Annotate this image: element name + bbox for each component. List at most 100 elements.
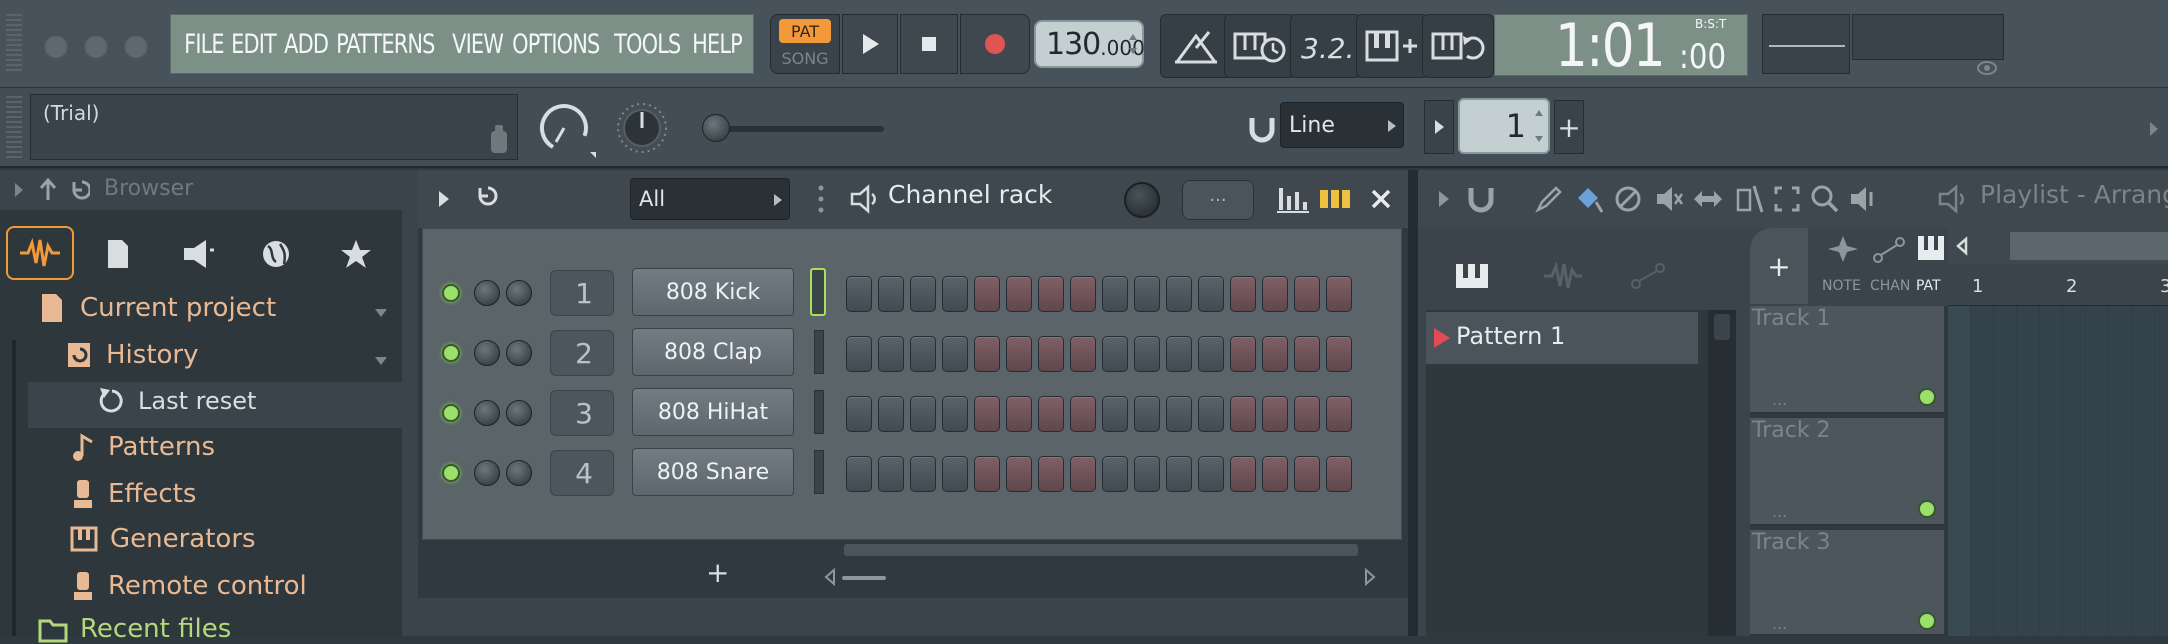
select-icon[interactable]	[1772, 184, 1802, 214]
step-button[interactable]	[1006, 336, 1032, 372]
piano-icon[interactable]	[1454, 262, 1490, 290]
slice-icon[interactable]	[1734, 184, 1764, 214]
channel-name-button[interactable]: 808 Snare	[632, 448, 794, 496]
step-button[interactable]	[1102, 276, 1128, 312]
channel-pan-knob[interactable]	[506, 280, 532, 306]
step-button[interactable]	[942, 276, 968, 312]
step-button[interactable]	[1070, 396, 1096, 432]
step-button[interactable]	[1006, 276, 1032, 312]
step-button[interactable]	[846, 396, 872, 432]
channel-name-button[interactable]: 808 Kick	[632, 268, 794, 316]
pat-song-toggle[interactable]: PAT SONG	[770, 14, 840, 74]
step-button[interactable]	[910, 276, 936, 312]
step-button[interactable]	[846, 336, 872, 372]
step-button[interactable]	[1166, 276, 1192, 312]
toolbar-grip[interactable]	[6, 14, 22, 74]
collapse-arrow-icon[interactable]	[14, 182, 24, 198]
step-button[interactable]	[1038, 336, 1064, 372]
countdown-button[interactable]: 3.2.	[1290, 14, 1362, 78]
paint-brush-icon[interactable]	[1574, 184, 1604, 214]
playback-icon[interactable]	[1848, 184, 1878, 214]
pat-mode-label[interactable]: PAT	[779, 19, 831, 43]
step-button[interactable]	[1102, 336, 1128, 372]
channel-pan-knob[interactable]	[506, 340, 532, 366]
channel-select-indicator[interactable]	[814, 450, 824, 494]
zoom-icon[interactable]	[1810, 184, 1840, 214]
step-button[interactable]	[1070, 336, 1096, 372]
minimize-window-button[interactable]	[84, 34, 108, 58]
step-button[interactable]	[1294, 456, 1320, 492]
chevron-left-icon[interactable]	[1952, 236, 1972, 256]
channel-volume-knob[interactable]	[474, 340, 500, 366]
tree-last-reset[interactable]: Last reset	[96, 386, 256, 416]
slip-icon[interactable]	[1692, 186, 1724, 212]
tree-effects[interactable]: Effects	[70, 478, 196, 510]
step-button[interactable]	[910, 336, 936, 372]
channel-name-button[interactable]: 808 Clap	[632, 328, 794, 376]
step-button[interactable]	[1038, 396, 1064, 432]
menu-view[interactable]: VIEW	[447, 29, 508, 60]
toolbar-more-icon[interactable]	[2148, 120, 2160, 138]
menu-edit[interactable]: EDIT	[226, 29, 281, 60]
scroll-left-icon[interactable]	[824, 568, 836, 586]
step-button[interactable]	[942, 336, 968, 372]
track-header[interactable]: Track 2 ...	[1750, 418, 1948, 526]
step-button[interactable]	[1294, 336, 1320, 372]
track-header[interactable]: Track 3 ...	[1750, 530, 1948, 636]
audio-clip-icon[interactable]	[1542, 262, 1582, 290]
timeline-ruler[interactable]: 1 2 3	[1948, 264, 2168, 306]
master-slider-handle[interactable]	[702, 114, 730, 142]
delete-icon[interactable]	[1614, 184, 1642, 214]
picker-add-button[interactable]: +	[1750, 228, 1808, 304]
wait-for-input-button[interactable]	[1224, 14, 1296, 78]
toolbar-grip[interactable]	[6, 96, 22, 160]
metronome-button[interactable]	[1160, 14, 1232, 78]
channel-mute-led[interactable]	[442, 284, 460, 302]
menu-patterns[interactable]: PATTERNS	[331, 29, 440, 60]
channel-volume-knob[interactable]	[474, 400, 500, 426]
add-pattern-button[interactable]: +	[1554, 100, 1584, 154]
step-button[interactable]	[1166, 456, 1192, 492]
step-button[interactable]	[846, 276, 872, 312]
channel-volume-knob[interactable]	[474, 280, 500, 306]
step-button[interactable]	[1198, 396, 1224, 432]
track-enable-led[interactable]	[1918, 612, 1936, 630]
step-button[interactable]	[1134, 456, 1160, 492]
step-button[interactable]	[1262, 396, 1288, 432]
tree-generators[interactable]: Generators	[70, 524, 256, 554]
tree-remote-control[interactable]: Remote control	[70, 570, 307, 602]
channel-volume-knob[interactable]	[474, 460, 500, 486]
channel-number[interactable]: 4	[550, 450, 614, 496]
channel-select-indicator[interactable]	[814, 390, 824, 434]
channel-select-indicator[interactable]	[814, 330, 824, 374]
close-icon[interactable]	[1370, 188, 1392, 210]
playlist-grid[interactable]	[1970, 306, 2168, 636]
step-button[interactable]	[1326, 276, 1352, 312]
step-button[interactable]	[1102, 396, 1128, 432]
step-button[interactable]	[1134, 276, 1160, 312]
channel-number[interactable]: 1	[550, 270, 614, 316]
step-button[interactable]	[1198, 456, 1224, 492]
browser-tab-online-icon[interactable]	[260, 238, 292, 270]
step-button[interactable]	[910, 456, 936, 492]
menu-options[interactable]: OPTIONS	[507, 29, 605, 60]
step-button[interactable]	[910, 396, 936, 432]
song-mode-label[interactable]: SONG	[777, 47, 833, 69]
step-button[interactable]	[942, 456, 968, 492]
graph-editor-icon[interactable]	[1276, 184, 1310, 214]
channel-mute-led[interactable]	[442, 344, 460, 362]
magnet-icon[interactable]	[1466, 184, 1496, 214]
channel-mute-led[interactable]	[442, 404, 460, 422]
step-button[interactable]	[878, 276, 904, 312]
track-enable-led[interactable]	[1918, 388, 1936, 406]
step-button[interactable]	[878, 456, 904, 492]
step-button[interactable]	[974, 456, 1000, 492]
record-button[interactable]	[960, 14, 1030, 74]
channel-pan-knob[interactable]	[506, 400, 532, 426]
step-button[interactable]	[1102, 456, 1128, 492]
tree-recent-files[interactable]: Recent files	[38, 614, 231, 644]
arrow-up-icon[interactable]	[38, 178, 58, 202]
master-volume-knob[interactable]	[536, 98, 598, 160]
tree-history[interactable]: History	[66, 340, 199, 370]
add-channel-button[interactable]: +	[706, 556, 729, 589]
